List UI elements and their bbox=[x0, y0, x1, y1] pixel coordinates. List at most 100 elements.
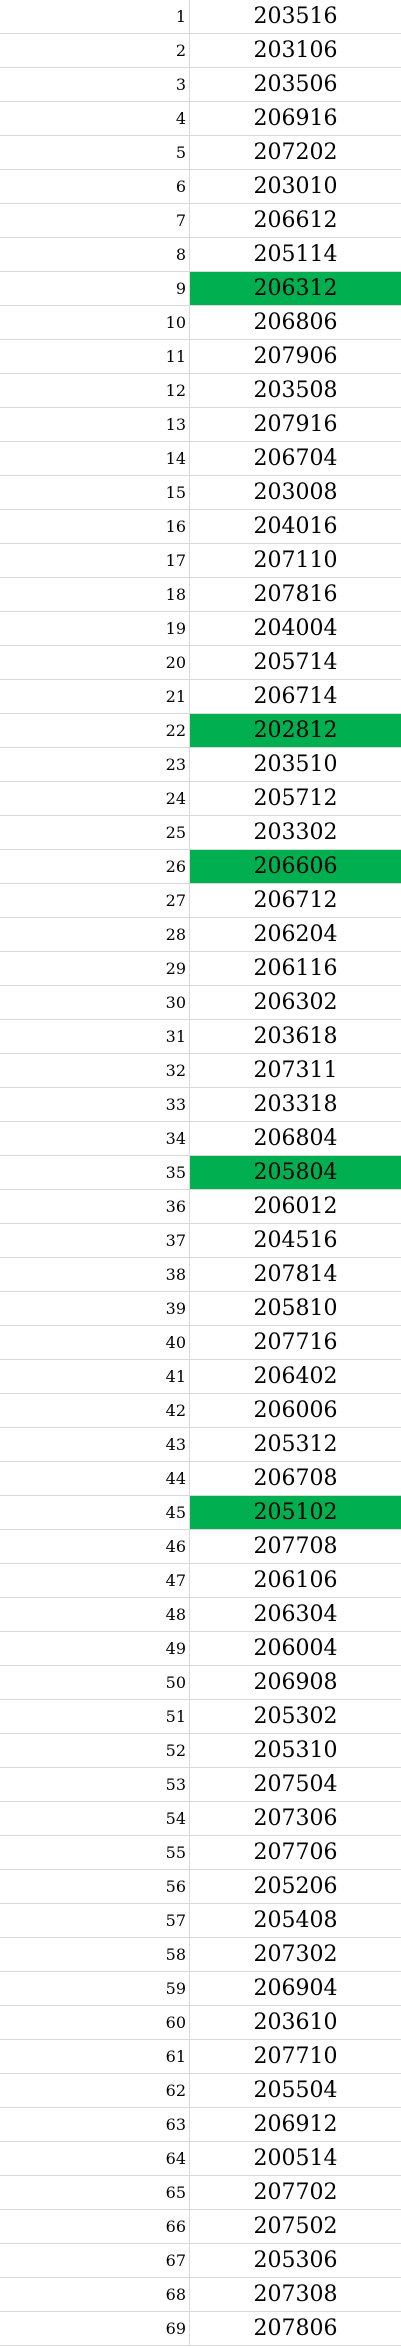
value-cell[interactable]: 207311 bbox=[190, 1054, 401, 1087]
value-cell[interactable]: 203516 bbox=[190, 0, 401, 33]
row-index-cell[interactable]: 32 bbox=[0, 1054, 190, 1087]
value-cell[interactable]: 205206 bbox=[190, 1870, 401, 1903]
value-cell[interactable]: 207710 bbox=[190, 2040, 401, 2073]
value-cell[interactable]: 206402 bbox=[190, 1360, 401, 1393]
value-cell[interactable]: 205310 bbox=[190, 1734, 401, 1767]
value-cell[interactable]: 206204 bbox=[190, 918, 401, 951]
value-cell[interactable]: 205312 bbox=[190, 1428, 401, 1461]
value-cell[interactable]: 207202 bbox=[190, 136, 401, 169]
value-cell[interactable]: 205408 bbox=[190, 1904, 401, 1937]
row-index-cell[interactable]: 40 bbox=[0, 1326, 190, 1359]
row-index-cell[interactable]: 58 bbox=[0, 1938, 190, 1971]
row-index-cell[interactable]: 61 bbox=[0, 2040, 190, 2073]
row-index-cell[interactable]: 21 bbox=[0, 680, 190, 713]
value-cell[interactable]: 206006 bbox=[190, 1394, 401, 1427]
value-cell[interactable]: 206704 bbox=[190, 442, 401, 475]
row-index-cell[interactable]: 15 bbox=[0, 476, 190, 509]
value-cell[interactable]: 203508 bbox=[190, 374, 401, 407]
row-index-cell[interactable]: 60 bbox=[0, 2006, 190, 2039]
value-cell[interactable]: 206708 bbox=[190, 1462, 401, 1495]
row-index-cell[interactable]: 38 bbox=[0, 1258, 190, 1291]
row-index-cell[interactable]: 50 bbox=[0, 1666, 190, 1699]
value-cell-highlighted[interactable]: 206606 bbox=[190, 850, 401, 883]
value-cell[interactable]: 203610 bbox=[190, 2006, 401, 2039]
value-cell[interactable]: 206714 bbox=[190, 680, 401, 713]
row-index-cell[interactable]: 19 bbox=[0, 612, 190, 645]
row-index-cell[interactable]: 18 bbox=[0, 578, 190, 611]
row-index-cell[interactable]: 53 bbox=[0, 1768, 190, 1801]
row-index-cell[interactable]: 11 bbox=[0, 340, 190, 373]
row-index-cell[interactable]: 16 bbox=[0, 510, 190, 543]
row-index-cell[interactable]: 51 bbox=[0, 1700, 190, 1733]
row-index-cell[interactable]: 26 bbox=[0, 850, 190, 883]
row-index-cell[interactable]: 65 bbox=[0, 2176, 190, 2209]
row-index-cell[interactable]: 10 bbox=[0, 306, 190, 339]
value-cell[interactable]: 204016 bbox=[190, 510, 401, 543]
value-cell[interactable]: 207906 bbox=[190, 340, 401, 373]
row-index-cell[interactable]: 37 bbox=[0, 1224, 190, 1257]
value-cell[interactable]: 206612 bbox=[190, 204, 401, 237]
value-cell[interactable]: 200514 bbox=[190, 2142, 401, 2175]
value-cell[interactable]: 205504 bbox=[190, 2074, 401, 2107]
row-index-cell[interactable]: 24 bbox=[0, 782, 190, 815]
value-cell[interactable]: 207706 bbox=[190, 1836, 401, 1869]
row-index-cell[interactable]: 6 bbox=[0, 170, 190, 203]
value-cell[interactable]: 207702 bbox=[190, 2176, 401, 2209]
row-index-cell[interactable]: 64 bbox=[0, 2142, 190, 2175]
value-cell[interactable]: 207716 bbox=[190, 1326, 401, 1359]
value-cell[interactable]: 207302 bbox=[190, 1938, 401, 1971]
value-cell-highlighted[interactable]: 202812 bbox=[190, 714, 401, 747]
row-index-cell[interactable]: 13 bbox=[0, 408, 190, 441]
value-cell[interactable]: 206106 bbox=[190, 1564, 401, 1597]
row-index-cell[interactable]: 28 bbox=[0, 918, 190, 951]
row-index-cell[interactable]: 9 bbox=[0, 272, 190, 305]
row-index-cell[interactable]: 4 bbox=[0, 102, 190, 135]
value-cell[interactable]: 206302 bbox=[190, 986, 401, 1019]
value-cell[interactable]: 206012 bbox=[190, 1190, 401, 1223]
value-cell[interactable]: 206904 bbox=[190, 1972, 401, 2005]
value-cell[interactable]: 207814 bbox=[190, 1258, 401, 1291]
row-index-cell[interactable]: 45 bbox=[0, 1496, 190, 1529]
row-index-cell[interactable]: 35 bbox=[0, 1156, 190, 1189]
row-index-cell[interactable]: 31 bbox=[0, 1020, 190, 1053]
value-cell[interactable]: 206004 bbox=[190, 1632, 401, 1665]
row-index-cell[interactable]: 57 bbox=[0, 1904, 190, 1937]
value-cell[interactable]: 206912 bbox=[190, 2108, 401, 2141]
row-index-cell[interactable]: 30 bbox=[0, 986, 190, 1019]
value-cell[interactable]: 203506 bbox=[190, 68, 401, 101]
value-cell[interactable]: 207504 bbox=[190, 1768, 401, 1801]
row-index-cell[interactable]: 7 bbox=[0, 204, 190, 237]
row-index-cell[interactable]: 14 bbox=[0, 442, 190, 475]
row-index-cell[interactable]: 42 bbox=[0, 1394, 190, 1427]
row-index-cell[interactable]: 43 bbox=[0, 1428, 190, 1461]
value-cell[interactable]: 203008 bbox=[190, 476, 401, 509]
value-cell[interactable]: 207916 bbox=[190, 408, 401, 441]
row-index-cell[interactable]: 23 bbox=[0, 748, 190, 781]
value-cell[interactable]: 207502 bbox=[190, 2210, 401, 2243]
value-cell[interactable]: 203010 bbox=[190, 170, 401, 203]
row-index-cell[interactable]: 48 bbox=[0, 1598, 190, 1631]
value-cell[interactable]: 205306 bbox=[190, 2244, 401, 2277]
row-index-cell[interactable]: 1 bbox=[0, 0, 190, 33]
row-index-cell[interactable]: 69 bbox=[0, 2312, 190, 2345]
row-index-cell[interactable]: 59 bbox=[0, 1972, 190, 2005]
value-cell[interactable]: 204004 bbox=[190, 612, 401, 645]
row-index-cell[interactable]: 46 bbox=[0, 1530, 190, 1563]
value-cell[interactable]: 203318 bbox=[190, 1088, 401, 1121]
row-index-cell[interactable]: 41 bbox=[0, 1360, 190, 1393]
value-cell[interactable]: 204516 bbox=[190, 1224, 401, 1257]
row-index-cell[interactable]: 56 bbox=[0, 1870, 190, 1903]
row-index-cell[interactable]: 52 bbox=[0, 1734, 190, 1767]
row-index-cell[interactable]: 36 bbox=[0, 1190, 190, 1223]
row-index-cell[interactable]: 54 bbox=[0, 1802, 190, 1835]
row-index-cell[interactable]: 66 bbox=[0, 2210, 190, 2243]
row-index-cell[interactable]: 3 bbox=[0, 68, 190, 101]
value-cell[interactable]: 206116 bbox=[190, 952, 401, 985]
value-cell[interactable]: 206916 bbox=[190, 102, 401, 135]
row-index-cell[interactable]: 63 bbox=[0, 2108, 190, 2141]
row-index-cell[interactable]: 27 bbox=[0, 884, 190, 917]
row-index-cell[interactable]: 39 bbox=[0, 1292, 190, 1325]
value-cell[interactable]: 205810 bbox=[190, 1292, 401, 1325]
value-cell[interactable]: 206304 bbox=[190, 1598, 401, 1631]
row-index-cell[interactable]: 44 bbox=[0, 1462, 190, 1495]
